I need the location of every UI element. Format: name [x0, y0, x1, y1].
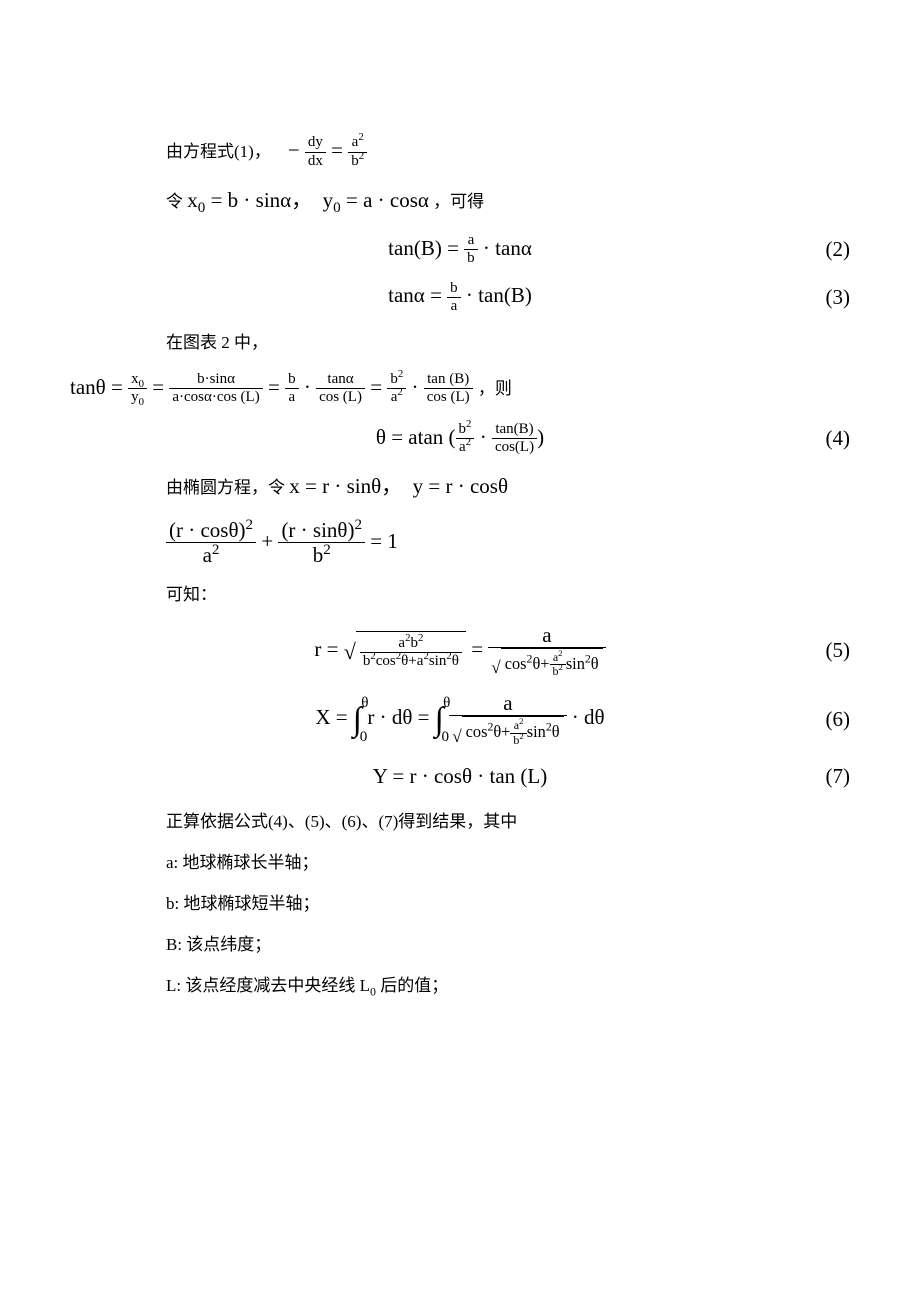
text: b: 地球椭球短半轴；: [166, 894, 319, 913]
paragraph-ellipse: 由椭圆方程，令 x = r · sinθ， y = r · cosθ: [166, 470, 850, 504]
equation-4: θ = atan (b2a2 · tan(B)cos(L)) (4): [70, 421, 850, 457]
equation-5: r = √ a2b2 b2cos2θ+a2sin2θ = a √ cos2θ+a…: [70, 623, 850, 680]
def-B: B: 该点纬度；: [166, 931, 850, 958]
paragraph-known: 可知：: [166, 581, 850, 608]
inline-math: x0 = b · sinα， y0 = a · cosα: [187, 188, 429, 212]
eqno: (2): [790, 233, 850, 267]
def-L: L: 该点经度减去中央经线 L0 后的值；: [166, 972, 850, 999]
text: 由方程式(1)，: [166, 142, 271, 161]
text: 由椭圆方程，令: [166, 478, 285, 497]
def-a: a: 地球椭球长半轴；: [166, 849, 850, 876]
text: ，可得: [433, 192, 484, 211]
text: 令: [166, 192, 183, 211]
eqno: (3): [790, 281, 850, 315]
inline-math: − dydx = a2b2: [288, 138, 367, 162]
equation-ellipse: (r · cosθ)2a2 + (r · sinθ)2b2 = 1: [166, 518, 850, 567]
text: ，则: [478, 379, 512, 398]
text: a: 地球椭球长半轴；: [166, 853, 319, 872]
equation-6: X = ∫0θ r · dθ = ∫0θ a √ cos2θ+a2b2sin2θ…: [70, 691, 850, 748]
paragraph-eq1: 由方程式(1)， − dydx = a2b2: [166, 134, 850, 170]
text: 在图表 2 中，: [166, 333, 268, 352]
eqno: (5): [790, 634, 850, 668]
eqno: (4): [790, 422, 850, 456]
text: 可知：: [166, 585, 217, 604]
equation-tan-theta: tanθ = x0y0 = b·sinαa·cosα·cos (L) = ba …: [70, 371, 850, 407]
text: 正算依据公式(4)、(5)、(6)、(7)得到结果，其中: [166, 812, 517, 831]
equation-7: Y = r · cosθ · tan (L) (7): [70, 760, 850, 794]
def-b: b: 地球椭球短半轴；: [166, 890, 850, 917]
eqno: (6): [790, 703, 850, 737]
equation-2: tan(B) = ab · tanα (2): [70, 232, 850, 268]
paragraph-forward: 正算依据公式(4)、(5)、(6)、(7)得到结果，其中: [166, 808, 850, 835]
inline-math: x = r · sinθ， y = r · cosθ: [289, 474, 508, 498]
eqno: (7): [790, 760, 850, 794]
text: L: 该点经度减去中央经线 L0 后的值；: [166, 976, 448, 995]
text: B: 该点纬度；: [166, 935, 271, 954]
paragraph-figure2: 在图表 2 中，: [166, 329, 850, 356]
paragraph-subst: 令 x0 = b · sinα， y0 = a · cosα ，可得: [166, 184, 850, 218]
equation-3: tanα = ba · tan(B) (3): [70, 279, 850, 315]
